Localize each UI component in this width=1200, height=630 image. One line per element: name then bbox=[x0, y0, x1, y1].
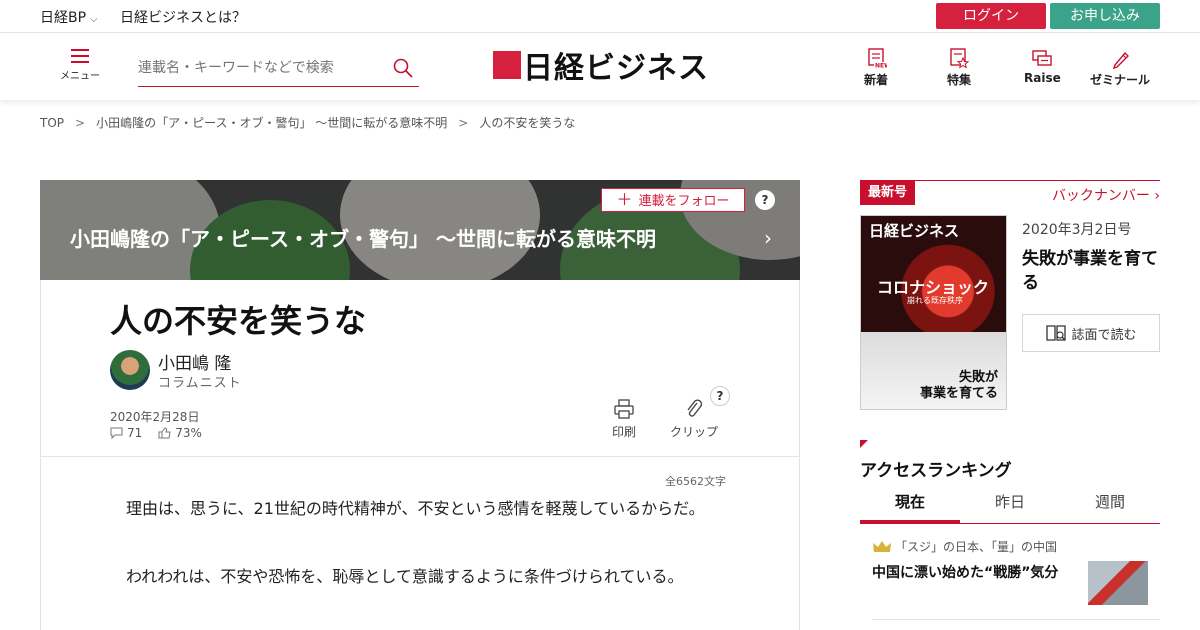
site-logo[interactable]: 日経ビジネス bbox=[493, 45, 709, 86]
back-numbers-link[interactable]: バックナンバー › bbox=[1052, 185, 1160, 205]
series-banner[interactable]: 小田嶋隆の「ア・ピース・オブ・警句」 ～世間に転がる意味不明 › ＋ 連載をフォロ… bbox=[40, 180, 800, 280]
nikkei-bp-link[interactable]: 日経BP ⌵ bbox=[40, 7, 98, 27]
read-in-print-button[interactable]: 誌面で読む bbox=[1022, 314, 1160, 352]
chevron-right-icon: › bbox=[1154, 188, 1160, 204]
login-button[interactable]: ログイン bbox=[936, 3, 1046, 29]
logo-text: 日経ビジネス bbox=[523, 51, 709, 86]
cover-subhead: 崩れる既存秩序 bbox=[907, 296, 963, 305]
breadcrumb-separator: > bbox=[458, 116, 469, 130]
chat-bubbles-icon bbox=[1032, 50, 1053, 66]
tab-weekly[interactable]: 週間 bbox=[1060, 486, 1160, 523]
search-input[interactable] bbox=[138, 53, 378, 83]
print-button[interactable]: 印刷 bbox=[612, 398, 636, 440]
paperclip-icon bbox=[687, 399, 703, 417]
menu-button[interactable]: メニュー bbox=[58, 49, 102, 82]
chevron-down-icon: ⌵ bbox=[90, 14, 98, 25]
article-body: 理由は、思うに、21世紀の時代精神が、不安という感情を軽蔑しているからだ。 われ… bbox=[110, 494, 730, 630]
nav-new-label: 新着 bbox=[864, 73, 889, 87]
article-stats: 71 73% bbox=[110, 426, 202, 440]
nikkei-bp-label: 日経BP bbox=[40, 10, 87, 26]
author-role: コラムニスト bbox=[158, 376, 242, 391]
latest-issue-header: 最新号 バックナンバー › bbox=[860, 180, 1160, 206]
about-link[interactable]: 日経ビジネスとは？ bbox=[120, 7, 246, 27]
logo-mark bbox=[493, 51, 521, 79]
pencil-icon bbox=[1112, 51, 1129, 69]
cover-masthead: 日経ビジネス bbox=[869, 222, 960, 240]
publish-date: 2020年2月28日 bbox=[110, 410, 200, 424]
tab-yesterday[interactable]: 昨日 bbox=[960, 486, 1060, 523]
chevron-right-icon[interactable]: › bbox=[764, 226, 772, 250]
follow-help-icon[interactable]: ? bbox=[755, 190, 775, 210]
ranking-mark bbox=[860, 440, 868, 448]
nav-feature-label: 特集 bbox=[947, 73, 972, 87]
crown-icon bbox=[873, 540, 891, 552]
author-name[interactable]: 小田嶋 隆 bbox=[158, 349, 231, 374]
feature-star-icon bbox=[950, 48, 970, 69]
thumbs-up-icon bbox=[158, 427, 171, 439]
nav-new[interactable]: NEW 新着 bbox=[864, 47, 888, 88]
ranking-tabs: 現在 昨日 週間 bbox=[860, 486, 1160, 524]
top-bar: 日経BP ⌵ 日経ビジネスとは？ ログイン お申し込み bbox=[0, 0, 1200, 33]
nav-feature[interactable]: 特集 bbox=[947, 47, 971, 88]
magazine-cover[interactable]: 日経ビジネス コロナショック 崩れる既存秩序 失敗が 事業を育てる bbox=[860, 215, 1007, 410]
ranking-divider bbox=[872, 619, 1160, 620]
ranking-item-title[interactable]: 中国に漂い始めた“戦勝”気分 bbox=[872, 562, 1058, 582]
issue-date: 2020年3月2日号 bbox=[1022, 222, 1132, 238]
tab-current[interactable]: 現在 bbox=[860, 486, 960, 523]
new-doc-icon: NEW bbox=[868, 48, 887, 70]
clip-label: クリップ bbox=[670, 425, 719, 439]
follow-label: 連載をフォロー bbox=[638, 194, 730, 209]
author-avatar[interactable] bbox=[110, 350, 150, 390]
clip-button[interactable]: クリップ bbox=[670, 398, 718, 440]
site-header: メニュー 日経ビジネス NEW 新着 特集 bbox=[0, 33, 1200, 100]
book-icon bbox=[1046, 325, 1067, 341]
ranking-title: アクセスランキング bbox=[860, 461, 1012, 481]
nav-raise-label: Raise bbox=[1024, 71, 1061, 85]
ranking-item-series: 「スジ」の日本、「量」の中国 bbox=[872, 538, 1057, 555]
comment-count[interactable]: 71 bbox=[127, 426, 142, 440]
printer-icon bbox=[614, 399, 634, 419]
nav-seminar-label: ゼミナール bbox=[1090, 73, 1151, 87]
breadcrumb-series[interactable]: 小田嶋隆の「ア・ピース・オブ・警句」 ～世間に転がる意味不明 bbox=[96, 116, 447, 130]
breadcrumb-top[interactable]: TOP bbox=[40, 116, 64, 130]
breadcrumb-separator: > bbox=[75, 116, 86, 130]
svg-text:NEW: NEW bbox=[875, 63, 887, 70]
card-divider bbox=[40, 456, 800, 457]
breadcrumb-current: 人の不安を笑うな bbox=[479, 116, 576, 130]
hamburger-icon bbox=[58, 49, 102, 63]
body-paragraph: われわれは、不安や恐怖を、恥辱として意識するように条件づけられている。 bbox=[126, 567, 684, 586]
ranking-item-sub-label: 「スジ」の日本、「量」の中国 bbox=[895, 540, 1058, 554]
search-icon[interactable] bbox=[393, 58, 413, 78]
follow-series-button[interactable]: ＋ 連載をフォロー bbox=[601, 188, 745, 212]
nav-raise[interactable]: Raise bbox=[1024, 47, 1061, 85]
signup-button[interactable]: お申し込み bbox=[1050, 3, 1160, 29]
search-box bbox=[138, 53, 419, 87]
latest-issue-tag: 最新号 bbox=[860, 181, 916, 205]
like-percentage[interactable]: 73% bbox=[175, 426, 202, 440]
issue-title[interactable]: 失敗が事業を育てる bbox=[1022, 247, 1162, 295]
breadcrumb: TOP > 小田嶋隆の「ア・ピース・オブ・警句」 ～世間に転がる意味不明 > 人の不安を… bbox=[40, 114, 575, 131]
body-paragraph: 理由は、思うに、21世紀の時代精神が、不安という感情を軽蔑しているからだ。 bbox=[126, 499, 705, 518]
plus-icon: ＋ bbox=[616, 190, 633, 209]
comment-icon bbox=[110, 427, 123, 439]
print-label: 印刷 bbox=[612, 425, 637, 439]
nav-seminar[interactable]: ゼミナール bbox=[1090, 47, 1150, 88]
article-title: 人の不安を笑うな bbox=[110, 302, 367, 340]
series-title[interactable]: 小田嶋隆の「ア・ピース・オブ・警句」 ～世間に転がる意味不明 bbox=[70, 223, 656, 252]
char-count: 全6562文字 bbox=[665, 475, 726, 488]
read-label: 誌面で読む bbox=[1071, 327, 1137, 343]
clip-help-icon[interactable]: ? bbox=[710, 386, 730, 406]
back-numbers-label: バックナンバー bbox=[1051, 188, 1150, 204]
cover-bottom-line2: 事業を育てる bbox=[919, 386, 998, 401]
ranking-item-thumbnail[interactable] bbox=[1088, 561, 1148, 605]
menu-label: メニュー bbox=[60, 71, 100, 82]
